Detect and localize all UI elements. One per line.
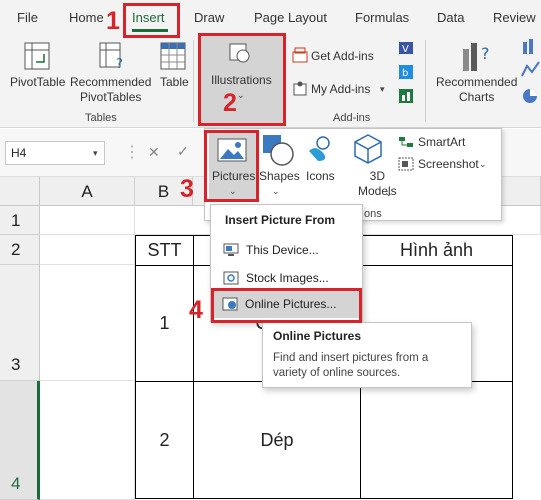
table-icon xyxy=(160,42,186,70)
tooltip-body: Find and insert pictures from a variety … xyxy=(273,352,429,379)
tab-draw[interactable]: Draw xyxy=(194,10,224,25)
screenshot-chevron-down-icon: ⌄ xyxy=(479,159,487,169)
illustrations-group-label: ons xyxy=(364,208,382,220)
row-2-name-text: Dép xyxy=(260,429,294,450)
store-icon xyxy=(292,47,308,63)
name-box-dropdown-icon[interactable]: ▾ xyxy=(93,148,98,159)
stt-label: STT xyxy=(147,240,182,260)
row-1-number: 1 xyxy=(159,313,170,333)
stock-images-label: Stock Images... xyxy=(246,271,329,285)
this-device-label: This Device... xyxy=(246,243,319,257)
recommended-charts-label-2: Charts xyxy=(459,90,495,104)
recommended-pivottables-button[interactable]: Recommended PivotTables xyxy=(70,75,151,105)
my-addins-icon xyxy=(293,81,307,96)
tab-file[interactable]: File xyxy=(17,10,38,25)
recommended-pivottables-label-1: Recommended xyxy=(70,75,152,89)
step-4-highlight xyxy=(211,288,362,323)
my-addins-dropdown-icon[interactable]: ▾ xyxy=(380,82,385,97)
recommended-pivottables-label-2: PivotTables xyxy=(80,90,142,104)
chart-types-icon[interactable] xyxy=(521,38,541,108)
pivottable-icon xyxy=(24,42,50,70)
shapes-icon xyxy=(263,135,294,166)
smartart-button[interactable]: SmartArt xyxy=(418,135,465,150)
cell-a1[interactable] xyxy=(40,206,135,235)
bing-icon[interactable]: b xyxy=(398,64,414,80)
svg-text:b: b xyxy=(402,68,408,79)
cell-a3[interactable] xyxy=(40,265,135,381)
enter-icon[interactable]: ✓ xyxy=(177,143,189,160)
table-header-stt[interactable]: STT xyxy=(135,235,194,266)
step-4-number: 4 xyxy=(189,296,203,324)
tooltip-title: Online Pictures xyxy=(273,329,362,343)
online-pictures-tooltip: Online Pictures Find and insert pictures… xyxy=(262,322,472,388)
stock-images-icon xyxy=(223,271,239,285)
computer-icon xyxy=(223,243,239,256)
pivottable-button[interactable]: PivotTable xyxy=(10,75,65,90)
cancel-icon[interactable]: ✕ xyxy=(148,144,160,161)
people-graph-icon[interactable] xyxy=(398,88,414,104)
icons-button[interactable]: Icons xyxy=(306,169,335,184)
row-header-4[interactable]: 4 xyxy=(0,381,40,500)
menu-item-this-device[interactable]: This Device... xyxy=(223,243,319,257)
insert-picture-heading: Insert Picture From xyxy=(225,213,336,227)
shapes-chevron-down-icon: ⌄ xyxy=(272,186,280,196)
table-row-1-stt[interactable]: 1 xyxy=(135,265,194,382)
step-3-number: 3 xyxy=(180,175,194,203)
get-addins-button[interactable]: Get Add-ins xyxy=(311,49,374,64)
tables-group-label: Tables xyxy=(85,112,117,124)
recommended-charts-icon: ? xyxy=(463,43,490,71)
step-3-highlight xyxy=(204,130,259,202)
smartart-icon xyxy=(399,137,413,147)
my-addins-button[interactable]: My Add-ins xyxy=(311,82,370,97)
name-box[interactable]: H4 xyxy=(5,141,105,165)
3d-models-chevron-down-icon: ⌄ xyxy=(385,188,393,198)
row-2-number: 2 xyxy=(159,429,170,450)
step-2-number: 2 xyxy=(223,89,237,117)
table-header-image[interactable]: Hình ảnh xyxy=(360,235,513,266)
3d-models-icon xyxy=(354,134,382,164)
svg-text:?: ? xyxy=(481,44,490,63)
ribbon-separator xyxy=(425,40,426,122)
row-header-1[interactable]: 1 xyxy=(0,206,40,235)
select-all-corner[interactable] xyxy=(0,177,40,206)
tab-data[interactable]: Data xyxy=(437,10,464,25)
row-header-2[interactable]: 2 xyxy=(0,235,40,265)
column-header-a[interactable]: A xyxy=(40,177,135,206)
step-1-number: 1 xyxy=(106,7,120,35)
tab-page-layout[interactable]: Page Layout xyxy=(254,10,327,25)
visio-icon[interactable]: V xyxy=(398,40,414,56)
row-header-3[interactable]: 3 xyxy=(0,265,40,381)
screenshot-button[interactable]: Screenshot xyxy=(418,157,479,172)
svg-text:?: ? xyxy=(116,57,123,70)
name-box-value: H4 xyxy=(11,146,27,160)
addins-group-label: Add-ins xyxy=(333,112,371,124)
step-2-highlight xyxy=(198,33,286,126)
image-label: Hình ảnh xyxy=(399,240,474,260)
formula-dots-icon: ⋮ xyxy=(124,144,140,161)
screenshot-icon xyxy=(398,157,414,171)
shapes-button[interactable]: Shapes xyxy=(259,169,300,184)
recommended-charts-label-1: Recommended xyxy=(436,75,518,89)
cell-a2[interactable] xyxy=(40,235,135,265)
recommended-pivottables-icon: ? xyxy=(99,42,123,70)
svg-text:V: V xyxy=(402,44,409,55)
recommended-charts-button[interactable]: Recommended Charts xyxy=(436,75,517,105)
cell-a4[interactable] xyxy=(40,381,135,500)
tab-formulas[interactable]: Formulas xyxy=(355,10,409,25)
menu-item-stock-images[interactable]: Stock Images... xyxy=(223,271,329,285)
table-row-2-image[interactable] xyxy=(360,381,513,499)
table-button[interactable]: Table xyxy=(160,75,189,90)
3d-models-label-1: 3D xyxy=(369,169,386,183)
ribbon-tab-bar: File Home Insert Draw Page Layout Formul… xyxy=(0,0,541,36)
step-1-highlight xyxy=(123,3,180,38)
icons-icon xyxy=(309,136,330,161)
table-row-2-stt[interactable]: 2 xyxy=(135,381,194,499)
tab-home[interactable]: Home xyxy=(69,10,104,25)
tab-review[interactable]: Review xyxy=(493,10,536,25)
table-row-2-name[interactable]: Dép xyxy=(193,381,361,499)
ribbon-separator xyxy=(193,40,194,122)
